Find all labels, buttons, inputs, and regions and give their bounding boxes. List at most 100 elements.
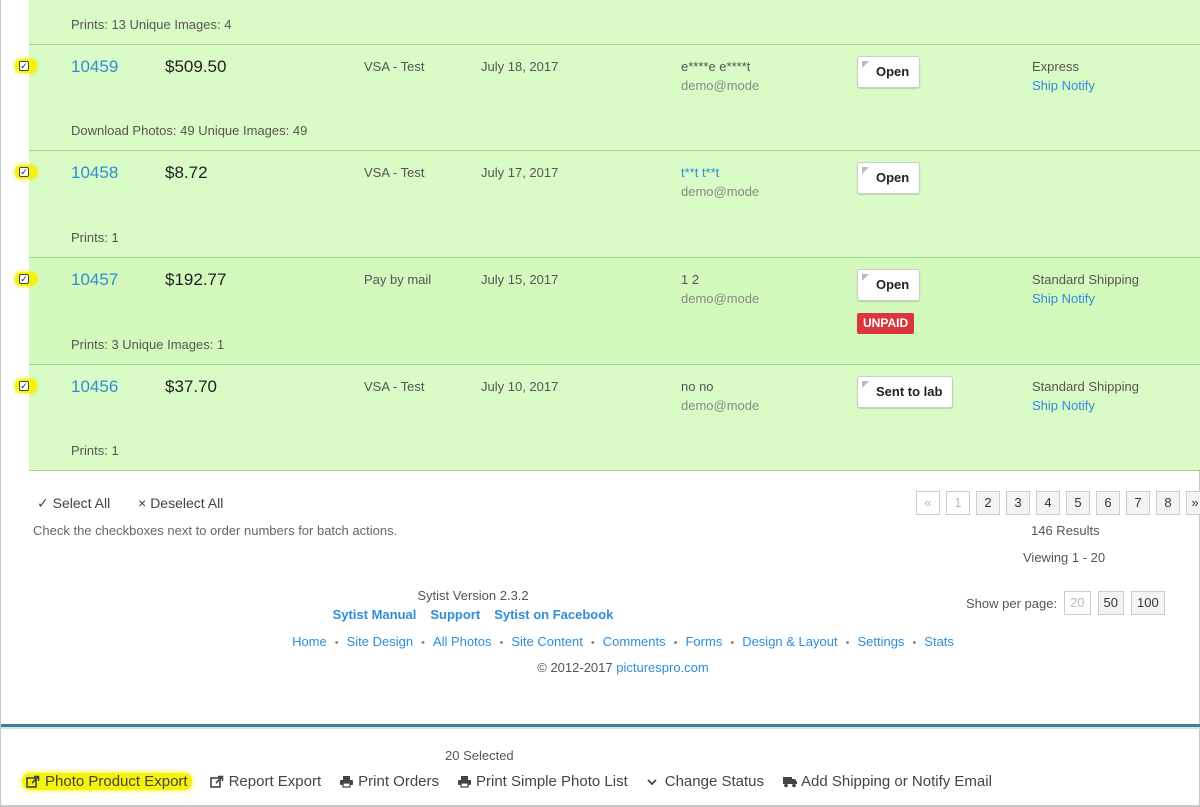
footer-nav-link[interactable]: Home [292, 634, 327, 649]
truck-icon [782, 775, 797, 788]
batch-action-label: Print Simple Photo List [476, 773, 628, 790]
customer-email: demo@mode [681, 78, 760, 93]
unpaid-badge: UNPAID [857, 313, 915, 334]
selected-count: 20 Selected [445, 748, 514, 763]
order-amount: $37.70 [165, 377, 217, 396]
order-summary-text: Prints: 13 Unique Images: 4 [71, 17, 232, 32]
order-row: ✓ 10456 $37.70 VSA - Test July 10, 2017 no no… [15, 365, 1200, 471]
pagination-page[interactable]: 2 [976, 491, 1000, 515]
pagination-prev[interactable]: « [916, 491, 940, 515]
order-checkbox[interactable]: ✓ [19, 274, 29, 284]
footer-nav-link[interactable]: Forms [685, 634, 722, 649]
customer-name: 1 2 [681, 272, 700, 287]
batch-hint: Check the checkboxes next to order numbe… [33, 523, 398, 538]
customer-name: e****e e****t [681, 59, 751, 74]
order-date: July 10, 2017 [481, 379, 559, 394]
previous-order-summary: Prints: 13 Unique Images: 4 [29, 0, 1200, 45]
ship-notify-link[interactable]: Ship Notify [1032, 398, 1095, 413]
order-number-link[interactable]: 10458 [71, 163, 118, 183]
order-checkbox-highlight: ✓ [15, 165, 37, 179]
pagination-page[interactable]: 6 [1096, 491, 1120, 515]
footer-nav-link[interactable]: Comments [603, 634, 666, 649]
pagination-page[interactable]: 3 [1006, 491, 1030, 515]
customer-name[interactable]: t**t t**t [681, 165, 719, 180]
batch-action-button[interactable]: Print Orders [339, 773, 439, 790]
results-count: 146 Results [1031, 523, 1100, 538]
order-status-button[interactable]: Open [857, 269, 921, 301]
footer-nav-link[interactable]: Settings [857, 634, 904, 649]
footer-nav-link[interactable]: All Photos [433, 634, 492, 649]
per-page-option[interactable]: 100 [1131, 591, 1165, 615]
deselect-all-button[interactable]: × Deselect All [138, 495, 235, 511]
link-separator: • [912, 637, 917, 649]
pagination-next[interactable]: » [1186, 491, 1200, 515]
copyright-link[interactable]: picturespro.com [616, 660, 708, 675]
link-separator: • [499, 637, 504, 649]
footer-nav-link[interactable]: Site Content [511, 634, 583, 649]
export-icon [26, 775, 40, 788]
link-separator: • [590, 637, 595, 649]
order-row: ✓ 10458 $8.72 VSA - Test July 17, 2017 t**t t… [15, 151, 1200, 258]
link-separator: • [730, 637, 735, 649]
copyright-text: © 2012-2017 [537, 660, 613, 675]
order-date: July 17, 2017 [481, 165, 559, 180]
batch-action-button[interactable]: Report Export [209, 773, 322, 790]
ship-notify-link[interactable]: Ship Notify [1032, 78, 1095, 93]
footer-link[interactable]: Support [430, 607, 480, 622]
action-bar-divider-shadow [1, 727, 1200, 729]
per-page-option[interactable]: 20 [1064, 591, 1091, 615]
payment-method: Pay by mail [364, 272, 432, 287]
customer-email: demo@mode [681, 291, 760, 306]
printer-icon [339, 775, 354, 788]
payment-method: VSA - Test [364, 379, 425, 394]
batch-action-button[interactable]: Photo Product Export [22, 773, 192, 790]
batch-action-label: Print Orders [358, 773, 439, 790]
order-summary-text: Prints: 1 [71, 230, 119, 245]
pagination-page[interactable]: 5 [1066, 491, 1090, 515]
link-separator: • [334, 637, 339, 649]
shipping-method: Standard Shipping [1032, 379, 1139, 394]
customer-name: no no [681, 379, 714, 394]
pagination-page[interactable]: 8 [1156, 491, 1180, 515]
footer-nav-links: Home • Site Design • All Photos • Site Content… [1, 634, 1200, 649]
order-status-button[interactable]: Open [857, 56, 921, 88]
link-separator: • [421, 637, 425, 649]
payment-method: VSA - Test [364, 59, 425, 74]
order-summary-text: Prints: 1 [71, 443, 119, 458]
order-checkbox[interactable]: ✓ [19, 61, 29, 71]
order-checkbox[interactable]: ✓ [19, 167, 29, 177]
order-number-link[interactable]: 10456 [71, 377, 118, 397]
pagination-page[interactable]: 4 [1036, 491, 1060, 515]
order-number-link[interactable]: 10457 [71, 270, 118, 290]
payment-method: VSA - Test [364, 165, 425, 180]
batch-action-label: Report Export [228, 773, 322, 790]
order-amount: $192.77 [165, 270, 227, 289]
link-separator: • [673, 637, 678, 649]
order-date: July 18, 2017 [481, 59, 559, 74]
pagination-page[interactable]: 1 [946, 491, 970, 515]
footer-nav-link[interactable]: Stats [924, 634, 954, 649]
per-page-option[interactable]: 50 [1097, 591, 1125, 615]
ship-notify-link[interactable]: Ship Notify [1032, 291, 1095, 306]
order-status-button[interactable]: Open [857, 162, 921, 194]
export-icon [209, 775, 224, 788]
select-all-button[interactable]: ✓ Select All [37, 495, 122, 511]
order-row: ✓ 10457 $192.77 Pay by mail July 15, 2017 1 2… [15, 258, 1200, 365]
printer-icon [457, 775, 471, 788]
footer-link[interactable]: Sytist Manual [333, 607, 417, 622]
batch-action-button[interactable]: Print Simple Photo List [457, 773, 628, 790]
order-number-link[interactable]: 10459 [71, 57, 118, 77]
footer-nav-link[interactable]: Design & Layout [742, 634, 837, 649]
order-status-button[interactable]: Sent to lab [857, 376, 954, 408]
batch-action-button[interactable]: Change Status [646, 773, 764, 790]
footer-nav-link[interactable]: Site Design [347, 634, 413, 649]
pagination-page[interactable]: 7 [1126, 491, 1150, 515]
link-separator: • [845, 637, 850, 649]
customer-email: demo@mode [681, 184, 760, 199]
footer-link[interactable]: Sytist on Facebook [494, 607, 613, 622]
pagination: «1 2 3 4 5 6 7 8» [916, 491, 1200, 515]
batch-action-button[interactable]: Add Shipping or Notify Email [782, 773, 992, 790]
select-all-label: Select All [52, 495, 111, 511]
order-checkbox[interactable]: ✓ [19, 381, 29, 391]
copyright: © 2012-2017 picturespro.com [1, 660, 1200, 675]
